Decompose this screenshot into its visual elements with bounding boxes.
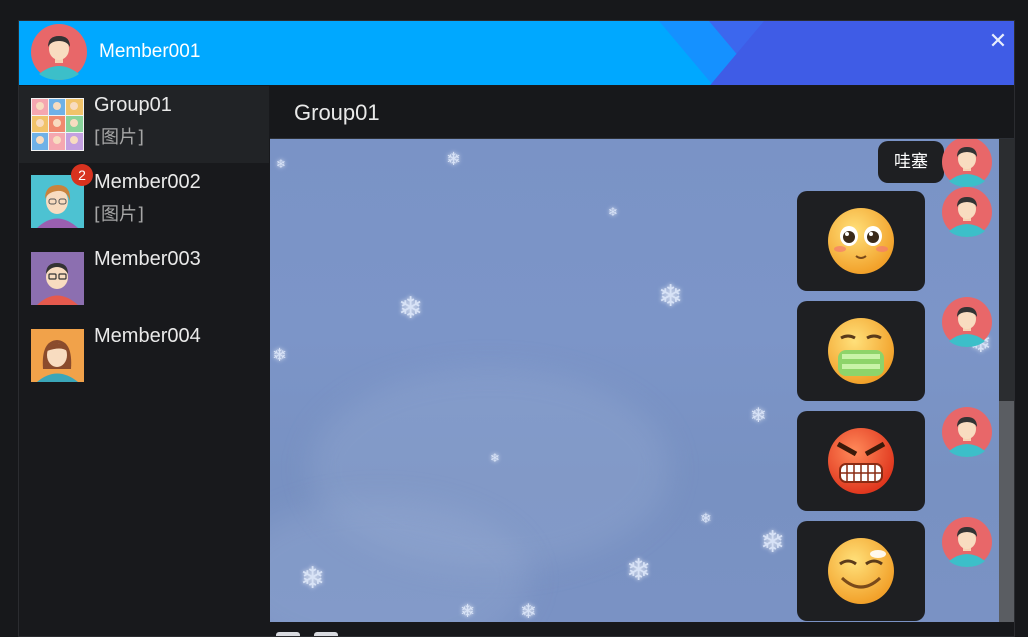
contact-item-member002[interactable]: 2 Member002 [图片] <box>19 163 269 240</box>
header-title: Member001 <box>99 41 201 62</box>
message-area[interactable]: ❄ ❄ ❄ ❄ ❄ ❄ ❄ ❄ ❄ ❄ ❄ ❄ ❄ ❄ ❄ 哇塞 <box>270 138 1014 622</box>
snowflake-icon: ❄ <box>760 525 786 560</box>
emoji-icon[interactable] <box>276 632 300 636</box>
snowflake-icon: ❄ <box>700 511 712 527</box>
input-toolbar <box>270 623 1014 636</box>
contact-name: Member004 <box>94 325 201 347</box>
snowflake-icon: ❄ <box>658 279 684 314</box>
window-header: Member001 ✕ <box>19 21 1014 85</box>
member-avatar-icon <box>31 252 84 305</box>
contact-item-group01[interactable]: Group01 [图片] <box>19 86 269 163</box>
chat-window: Member001 ✕ Group01 [图片] 2 Member002 [图片… <box>18 20 1015 637</box>
snowflake-icon: ❄ <box>276 157 287 171</box>
snowflake-icon: ❄ <box>626 553 652 588</box>
angry-face-emoji <box>828 428 894 494</box>
close-icon[interactable]: ✕ <box>987 31 1009 53</box>
message-bubble-image[interactable] <box>797 521 925 621</box>
smug-grin-emoji <box>828 538 894 604</box>
unread-badge: 2 <box>71 164 93 186</box>
contact-item-member004[interactable]: Member004 <box>19 317 269 394</box>
snowflake-icon: ❄ <box>490 451 501 465</box>
snowflake-icon: ❄ <box>398 291 424 326</box>
message-bubble-text[interactable]: 哇塞 <box>878 141 944 183</box>
snowflake-icon: ❄ <box>272 345 288 366</box>
sender-avatar[interactable] <box>942 187 992 237</box>
contact-last-message: [图片] <box>94 127 145 148</box>
contact-item-member003[interactable]: Member003 <box>19 240 269 317</box>
snowflake-icon: ❄ <box>608 205 619 219</box>
contact-list: Group01 [图片] 2 Member002 [图片] Member003 … <box>19 86 269 636</box>
snowflake-icon: ❄ <box>300 561 326 596</box>
snowflake-icon: ❄ <box>520 599 537 622</box>
contact-last-message: [图片] <box>94 204 145 225</box>
contact-name: Member003 <box>94 248 201 270</box>
snowflake-icon: ❄ <box>460 601 476 622</box>
group-avatar-icon <box>31 98 84 151</box>
sick-vomiting-emoji <box>828 318 894 384</box>
snowflake-icon: ❄ <box>750 403 767 427</box>
chat-header: Group01 <box>270 86 1014 138</box>
message-bubble-image[interactable] <box>797 301 925 401</box>
member-avatar-icon <box>31 329 84 382</box>
folder-icon[interactable] <box>314 632 338 636</box>
scrollbar-thumb[interactable] <box>999 401 1014 622</box>
pleading-face-emoji <box>828 208 894 274</box>
contact-name: Group01 <box>94 94 172 116</box>
sender-avatar[interactable] <box>942 517 992 567</box>
user-avatar[interactable] <box>31 24 87 80</box>
contact-name: Member002 <box>94 171 201 193</box>
sender-avatar[interactable] <box>942 297 992 347</box>
sender-avatar[interactable] <box>942 407 992 457</box>
sender-avatar[interactable] <box>942 138 992 187</box>
chat-title: Group01 <box>294 100 380 125</box>
snowflake-icon: ❄ <box>446 149 462 170</box>
message-bubble-image[interactable] <box>797 191 925 291</box>
message-bubble-image[interactable] <box>797 411 925 511</box>
